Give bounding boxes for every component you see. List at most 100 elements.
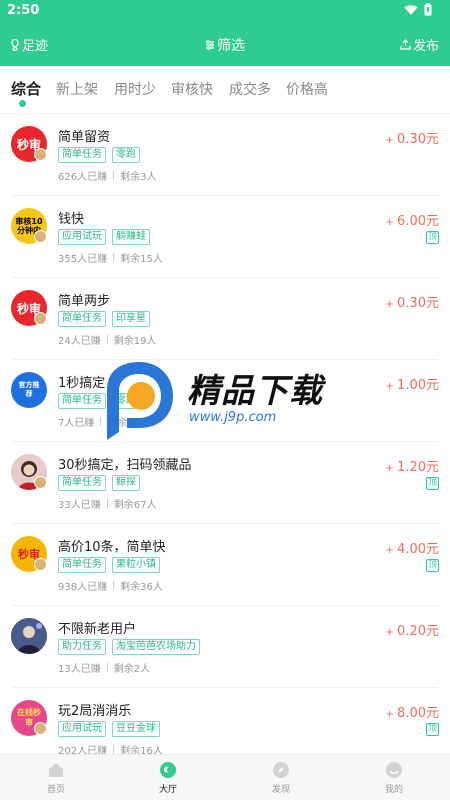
filter-button[interactable]: 筛选 bbox=[205, 35, 245, 55]
task-row[interactable]: 秒审 简单留资 简单任务 零跑 626人已赚 剩余3人 + 0.30元 bbox=[0, 114, 450, 196]
header: 足迹 筛选 发布 bbox=[0, 30, 450, 58]
task-tag: 简单任务 bbox=[58, 475, 106, 491]
task-title: 高价10条，简单快 bbox=[58, 540, 166, 555]
task-tag: 简单任务 bbox=[58, 311, 106, 327]
divider bbox=[106, 499, 108, 508]
tab-comprehensive[interactable]: 综合 bbox=[11, 78, 41, 99]
task-tag: 应用试玩 bbox=[58, 229, 106, 245]
task-row[interactable]: 不限新老用户 助力任务 淘宝芭芭农场助力 13人已赚 剩余2人 + 0.20元 bbox=[0, 606, 450, 688]
task-row[interactable]: 秒审 高价10条，简单快 简单任务 果粒小镇 938人已赚 剩余36人 + 4.… bbox=[0, 524, 450, 606]
tab-new[interactable]: 新上架 bbox=[56, 79, 98, 99]
publish-button[interactable]: 发布 bbox=[400, 35, 439, 54]
tab-most-deals[interactable]: 成交多 bbox=[229, 79, 271, 99]
task-stats: 355人已赚 剩余15人 bbox=[58, 250, 163, 265]
watermark: 精品下载 www.j9p.com bbox=[97, 360, 357, 442]
pinned-top-badge: 顶 bbox=[426, 477, 439, 490]
status-bar: 2:50 bbox=[0, 0, 450, 22]
task-price: + 1.00元 bbox=[385, 378, 439, 393]
upload-icon bbox=[400, 39, 411, 50]
task-row[interactable]: 审核10分钟内 钱快 应用试玩 躺赚蛙 355人已赚 剩余15人 + 6.00元… bbox=[0, 196, 450, 278]
task-avatar: 官方推荐 bbox=[11, 372, 47, 408]
nav-hall[interactable]: 大厅 bbox=[138, 759, 198, 795]
task-done-count: 7人已赚 bbox=[58, 418, 95, 429]
task-price: + 0.30元 bbox=[385, 296, 439, 311]
task-done-count: 24人已赚 bbox=[58, 336, 101, 347]
divider bbox=[106, 335, 108, 344]
avatar-label: 官方推荐 bbox=[18, 381, 40, 398]
hall-icon bbox=[160, 762, 176, 778]
watermark-logo-icon bbox=[107, 362, 173, 440]
task-done-count: 13人已赚 bbox=[58, 664, 101, 675]
task-tag: 躺赚蛙 bbox=[112, 229, 150, 245]
discover-icon bbox=[273, 762, 289, 778]
task-tag: 助力任务 bbox=[58, 639, 106, 655]
active-tab-indicator bbox=[19, 100, 26, 107]
divider bbox=[113, 171, 115, 180]
task-tag: 应用试玩 bbox=[58, 721, 106, 737]
task-price-value: 0.30元 bbox=[397, 132, 439, 147]
task-done-count: 33人已赚 bbox=[58, 500, 101, 511]
task-price-value: 0.30元 bbox=[397, 296, 439, 311]
task-row[interactable]: 30秒搞定，扫码领藏品 简单任务 鲸探 33人已赚 剩余67人 + 1.20元 … bbox=[0, 442, 450, 524]
task-remaining: 剩余19人 bbox=[113, 336, 157, 347]
task-tags: 简单任务 印享星 bbox=[58, 311, 150, 327]
divider bbox=[113, 253, 115, 262]
nav-hall-label: 大厅 bbox=[158, 785, 177, 795]
sort-tabs: 综合 新上架 用时少 审核快 成交多 价格高 bbox=[0, 66, 450, 114]
task-stats: 33人已赚 剩余67人 bbox=[58, 496, 156, 511]
task-price: + 1.20元 bbox=[385, 460, 439, 475]
task-avatar bbox=[11, 618, 47, 654]
footprint-label: 足迹 bbox=[22, 39, 49, 54]
task-remaining: 剩余36人 bbox=[120, 582, 163, 593]
task-remaining: 剩余67人 bbox=[113, 500, 157, 511]
task-remaining: 剩余3人 bbox=[120, 172, 157, 183]
task-tags: 简单任务 果粒小镇 bbox=[58, 557, 160, 573]
coin-badge-icon bbox=[34, 722, 47, 735]
tab-less-time[interactable]: 用时少 bbox=[114, 79, 156, 99]
top-bar: 2:50 足迹 筛选 发布 bbox=[0, 0, 450, 66]
task-done-count: 355人已赚 bbox=[58, 254, 108, 265]
nav-discover[interactable]: 发现 bbox=[251, 759, 311, 795]
filter-icon bbox=[206, 40, 214, 50]
watermark-title: 精品下载 bbox=[187, 371, 323, 410]
task-title: 玩2局消消乐 bbox=[58, 704, 132, 719]
task-stats: 626人已赚 剩余3人 bbox=[58, 168, 156, 183]
watermark-url: www.j9p.com bbox=[189, 410, 277, 425]
coin-badge-icon bbox=[34, 312, 47, 325]
task-price-value: 0.20元 bbox=[397, 624, 439, 639]
task-tag: 鲸探 bbox=[112, 475, 140, 491]
footprint-button[interactable]: 足迹 bbox=[10, 35, 48, 54]
task-stats: 13人已赚 剩余2人 bbox=[58, 660, 150, 675]
task-tags: 简单任务 零跑 bbox=[58, 147, 140, 163]
nav-mine-label: 我的 bbox=[384, 785, 403, 795]
task-price: + 0.30元 bbox=[385, 132, 439, 147]
coin-badge-icon bbox=[34, 230, 47, 243]
task-price: + 0.20元 bbox=[385, 624, 439, 639]
task-row[interactable]: 秒审 简单两步 简单任务 印享星 24人已赚 剩余19人 + 0.30元 bbox=[0, 278, 450, 360]
task-remaining: 剩余15人 bbox=[120, 254, 163, 265]
publish-label: 发布 bbox=[412, 39, 439, 54]
task-price: + 6.00元 bbox=[385, 214, 439, 229]
task-stats: 938人已赚 剩余36人 bbox=[58, 578, 163, 593]
nav-home[interactable]: 首页 bbox=[26, 759, 86, 795]
task-price: + 8.00元 bbox=[385, 706, 439, 721]
pinned-top-badge: 顶 bbox=[426, 559, 439, 572]
tab-fast-review[interactable]: 审核快 bbox=[171, 79, 213, 99]
nav-discover-label: 发现 bbox=[271, 785, 290, 795]
system-icons bbox=[404, 3, 432, 16]
task-remaining: 剩余2人 bbox=[113, 664, 151, 675]
task-price-value: 6.00元 bbox=[397, 214, 439, 229]
task-title: 不限新老用户 bbox=[58, 622, 137, 637]
pinned-top-badge: 顶 bbox=[426, 231, 439, 244]
divider bbox=[113, 745, 115, 754]
task-tags: 应用试玩 躺赚蛙 bbox=[58, 229, 150, 245]
task-tag: 淘宝芭芭农场助力 bbox=[112, 639, 200, 655]
pinned-top-badge: 顶 bbox=[426, 723, 439, 736]
tab-high-price[interactable]: 价格高 bbox=[286, 79, 328, 99]
home-icon bbox=[49, 763, 63, 777]
task-price-value: 1.00元 bbox=[397, 378, 439, 393]
profile-icon bbox=[386, 762, 402, 778]
task-tag: 简单任务 bbox=[58, 557, 106, 573]
nav-mine[interactable]: 我的 bbox=[364, 759, 424, 795]
app-screen: 2:50 足迹 筛选 发布 综合 新上架 用时少 审核快 成交多 价格高 秒审 … bbox=[0, 0, 450, 800]
